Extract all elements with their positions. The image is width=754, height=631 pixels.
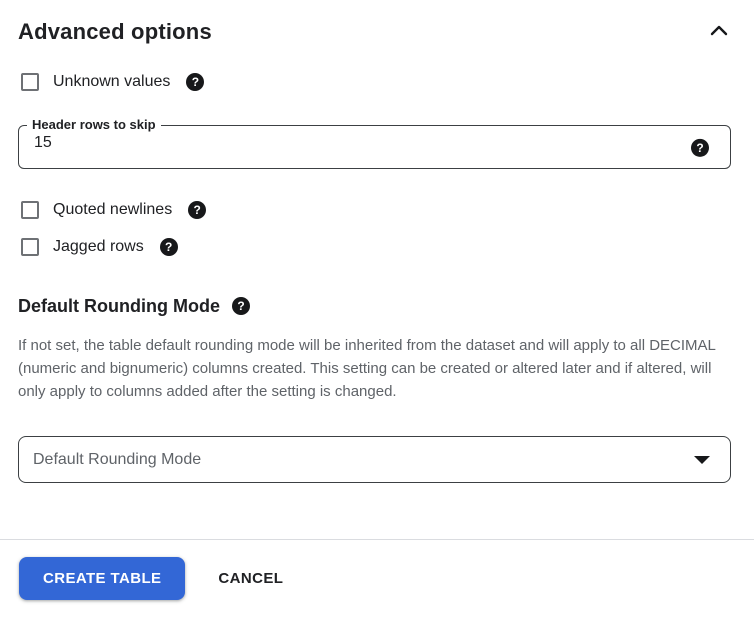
jagged-rows-row: Jagged rows ? (21, 237, 731, 257)
section-title: Advanced options (18, 19, 212, 44)
unknown-values-checkbox[interactable] (21, 73, 39, 91)
jagged-rows-label: Jagged rows (53, 238, 144, 255)
rounding-heading: Default Rounding Mode (18, 295, 220, 316)
rounding-help-icon[interactable]: ? (231, 297, 250, 315)
section-header: Advanced options (18, 18, 731, 46)
jagged-rows-help-icon[interactable]: ? (159, 238, 178, 256)
caret-down-icon (694, 455, 710, 464)
unknown-values-row: Unknown values ? (21, 72, 731, 92)
quoted-newlines-row: Quoted newlines ? (21, 200, 731, 220)
cancel-button[interactable]: CANCEL (218, 570, 283, 587)
jagged-rows-checkbox[interactable] (21, 238, 39, 256)
header-rows-field: Header rows to skip ? (18, 118, 731, 169)
quoted-newlines-checkbox[interactable] (21, 201, 39, 219)
header-rows-field-label: Header rows to skip (32, 117, 156, 132)
header-rows-help-icon[interactable]: ? (691, 138, 709, 157)
quoted-newlines-label: Quoted newlines (53, 201, 173, 218)
header-rows-input[interactable] (19, 132, 670, 162)
rounding-heading-row: Default Rounding Mode ? (18, 295, 731, 317)
unknown-values-help-icon[interactable]: ? (186, 73, 205, 91)
advanced-options-panel: Advanced options Unknown values ? Header… (0, 18, 754, 600)
rounding-description: If not set, the table default rounding m… (18, 337, 716, 400)
unknown-values-label: Unknown values (53, 73, 171, 90)
action-bar: CREATE TABLE CANCEL (19, 557, 731, 600)
footer-divider (0, 539, 754, 540)
chevron-up-icon (707, 19, 731, 46)
rounding-mode-select-value: Default Rounding Mode (33, 450, 202, 468)
quoted-newlines-help-icon[interactable]: ? (188, 201, 207, 219)
rounding-mode-select[interactable]: Default Rounding Mode (18, 436, 731, 483)
create-table-button[interactable]: CREATE TABLE (19, 557, 186, 600)
collapse-section-button[interactable] (707, 20, 731, 44)
